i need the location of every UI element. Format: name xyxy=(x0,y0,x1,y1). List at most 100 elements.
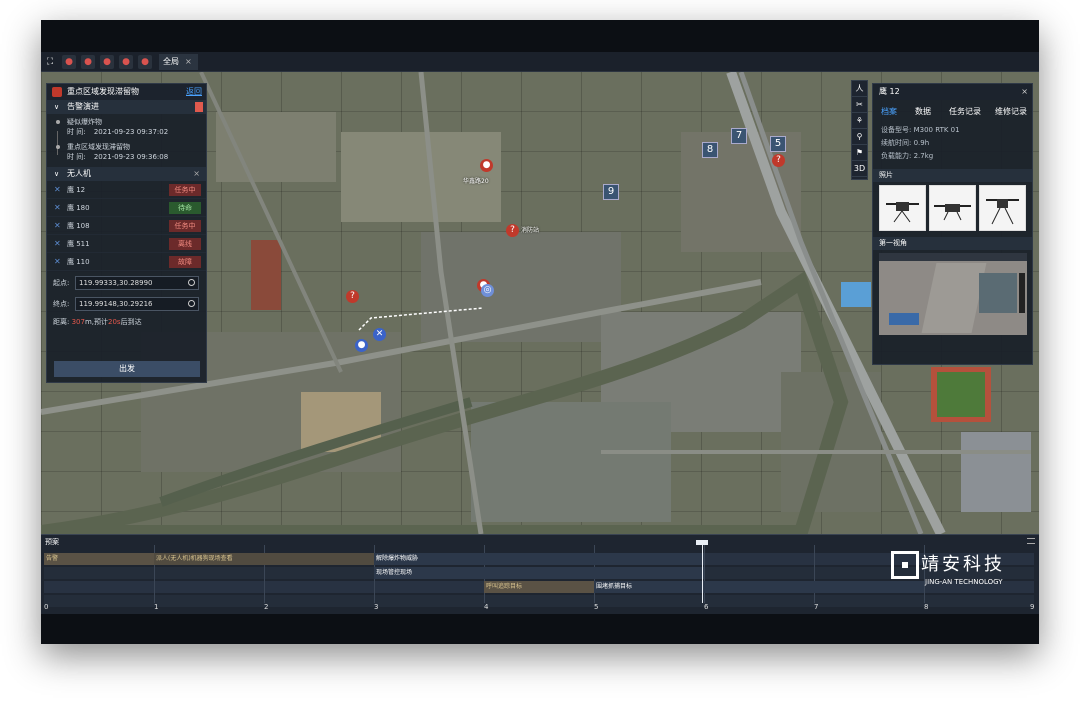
alert-section-header[interactable]: ∨ 告警演进 xyxy=(47,100,206,114)
close-icon[interactable]: × xyxy=(1021,84,1028,100)
flag-tool-icon[interactable]: ⚑ xyxy=(852,145,867,161)
fpv-video[interactable] xyxy=(879,253,1027,335)
timeline-grid: 告警 派人(无人机)机器狗现场查看 解除爆炸物威胁 现场管控现场 呼叫追踪目标 … xyxy=(44,545,1034,607)
drone-icon: ✕ xyxy=(54,221,61,230)
tool-icon-1[interactable]: ● xyxy=(62,55,76,69)
3d-toggle[interactable]: 3D xyxy=(852,161,867,177)
map-label: 消防站 xyxy=(521,227,540,234)
tab-maintenance-log[interactable]: 维修记录 xyxy=(995,106,1027,117)
detail-header: 鹰 12 × xyxy=(873,84,1032,100)
distance-value: 307 xyxy=(71,318,85,326)
detail-title: 鹰 12 xyxy=(879,87,900,96)
chevron-down-icon: ∨ xyxy=(54,170,60,178)
close-icon[interactable]: × xyxy=(193,167,200,181)
task-bar[interactable]: 呼叫追踪目标 xyxy=(484,581,594,593)
tool-icon-2[interactable]: ● xyxy=(81,55,95,69)
tool-icon-5[interactable]: ● xyxy=(138,55,152,69)
panel-header: 重点区域发现滞留物 返回 xyxy=(47,84,206,100)
tab-archive[interactable]: 档案 xyxy=(881,106,897,117)
person-marker[interactable]: ● xyxy=(355,339,368,352)
task-bar[interactable]: 解除爆炸物威胁 xyxy=(374,553,704,565)
drone-photo[interactable] xyxy=(979,185,1026,231)
map-number-9[interactable]: 9 xyxy=(603,184,619,200)
distance-info: 距离: 307m,预计20s后到达 xyxy=(47,313,206,327)
eta-suffix: 后到达 xyxy=(120,318,142,326)
map-number-7[interactable]: 7 xyxy=(731,128,747,144)
uav-name: 鹰 180 xyxy=(67,204,90,212)
drone-icon: ✕ xyxy=(54,257,61,266)
time-tick: 2 xyxy=(264,603,269,611)
alert-item[interactable]: 疑似爆炸物 时 间: 2021-09-23 09:37:02 xyxy=(47,114,206,139)
time-tick: 1 xyxy=(154,603,159,611)
drone-photo[interactable] xyxy=(879,185,926,231)
start-input[interactable]: 119.99333,30.28990 xyxy=(75,276,199,290)
end-label: 终点: xyxy=(53,300,70,308)
task-bar[interactable]: 派人(无人机)机器狗现场查看 xyxy=(154,553,374,565)
start-point-field: 起点: 119.99333,30.28990 xyxy=(47,274,206,292)
alert-name: 疑似爆炸物 xyxy=(67,118,102,126)
map-toolbar: 人 ✂ ⚘ ⚲ ⚑ 3D xyxy=(851,80,868,180)
uav-row[interactable]: ✕ 鹰 511 离线 xyxy=(47,235,206,253)
time-cursor[interactable] xyxy=(702,543,703,603)
bookmark-icon[interactable] xyxy=(195,102,203,112)
measure-tool-icon[interactable]: ⚘ xyxy=(852,113,867,129)
alert-marker[interactable]: ● xyxy=(480,159,493,172)
map-label: 华鑫路20 xyxy=(463,178,489,185)
target-marker[interactable]: ◎ xyxy=(481,284,494,297)
tab-mission-log[interactable]: 任务记录 xyxy=(949,106,981,117)
timeline-dot xyxy=(56,145,60,149)
panel-title: 重点区域发现滞留物 xyxy=(67,87,139,96)
device-info: 设备型号: M300 RTK 01 续航时间: 0.9h 负载能力: 2.7kg xyxy=(873,122,1032,165)
incident-panel: 重点区域发现滞留物 返回 ∨ 告警演进 疑似爆炸物 时 间: 2021-09-2… xyxy=(46,83,207,383)
timeline-menu-icon[interactable] xyxy=(1027,538,1035,544)
question-marker[interactable]: ? xyxy=(346,290,359,303)
brand-name-en: JING-AN TECHNOLOGY xyxy=(925,578,1003,586)
person-tool-icon[interactable]: 人 xyxy=(852,81,867,97)
end-point-field: 终点: 119.99148,30.29216 xyxy=(47,295,206,313)
status-badge: 故障 xyxy=(169,256,201,268)
locate-icon[interactable] xyxy=(188,300,195,307)
time-tick: 7 xyxy=(814,603,819,611)
tab-global[interactable]: 全局 × xyxy=(159,54,198,70)
drone-marker[interactable]: ✕ xyxy=(373,328,386,341)
task-bar[interactable]: 现场管控现场 xyxy=(374,567,704,579)
close-icon[interactable]: × xyxy=(185,57,192,66)
map-number-5[interactable]: 5 xyxy=(770,136,786,152)
tool-icon-3[interactable]: ● xyxy=(100,55,114,69)
drone-icon: ✕ xyxy=(54,185,61,194)
end-input[interactable]: 119.99148,30.29216 xyxy=(75,297,199,311)
question-marker[interactable]: ? xyxy=(506,224,519,237)
task-bar[interactable]: 围堵抓捕目标 xyxy=(594,581,924,593)
photos-header: 照片 xyxy=(873,169,1032,182)
task-bar[interactable]: 告警 xyxy=(44,553,154,565)
scissors-tool-icon[interactable]: ✂ xyxy=(852,97,867,113)
depart-button[interactable]: 出发 xyxy=(54,361,200,377)
locate-tool-icon[interactable]: ⚲ xyxy=(852,129,867,145)
back-link[interactable]: 返回 xyxy=(186,84,202,100)
timeline-dot xyxy=(56,120,60,124)
distance-label: 距离: xyxy=(53,318,70,326)
tool-icon-4[interactable]: ● xyxy=(119,55,133,69)
uav-row[interactable]: ✕ 鹰 180 待命 xyxy=(47,199,206,217)
drone-photo[interactable] xyxy=(929,185,976,231)
locate-icon[interactable] xyxy=(188,279,195,286)
uav-row[interactable]: ✕ 鹰 108 任务中 xyxy=(47,217,206,235)
tab-data[interactable]: 数据 xyxy=(915,106,931,117)
uav-name: 鹰 108 xyxy=(67,222,90,230)
uav-section-header[interactable]: ∨ 无人机 × xyxy=(47,167,206,181)
plan-timeline: 预案 告警 派人(无人机)机器狗现场查看 解除爆炸物威胁 现场管控现场 呼叫追踪… xyxy=(41,534,1039,614)
uav-name: 鹰 511 xyxy=(67,240,90,248)
map-number-8[interactable]: 8 xyxy=(702,142,718,158)
top-toolbar: ⛶ ● ● ● ● ● 全局 × xyxy=(41,52,1039,72)
status-badge: 待命 xyxy=(169,202,201,214)
fullscreen-icon[interactable]: ⛶ xyxy=(43,55,57,69)
question-marker[interactable]: ? xyxy=(772,154,785,167)
device-model: 设备型号: M300 RTK 01 xyxy=(881,126,960,134)
time-cursor-handle[interactable] xyxy=(696,540,708,545)
uav-row[interactable]: ✕ 鹰 110 故障 xyxy=(47,253,206,271)
payload: 负载能力: 2.7kg xyxy=(881,152,934,160)
alert-item[interactable]: 重点区域发现滞留物 时 间: 2021-09-23 09:36:08 xyxy=(47,139,206,164)
status-badge: 任务中 xyxy=(169,184,201,196)
endurance: 续航时间: 0.9h xyxy=(881,139,930,147)
uav-row[interactable]: ✕ 鹰 12 任务中 xyxy=(47,181,206,199)
